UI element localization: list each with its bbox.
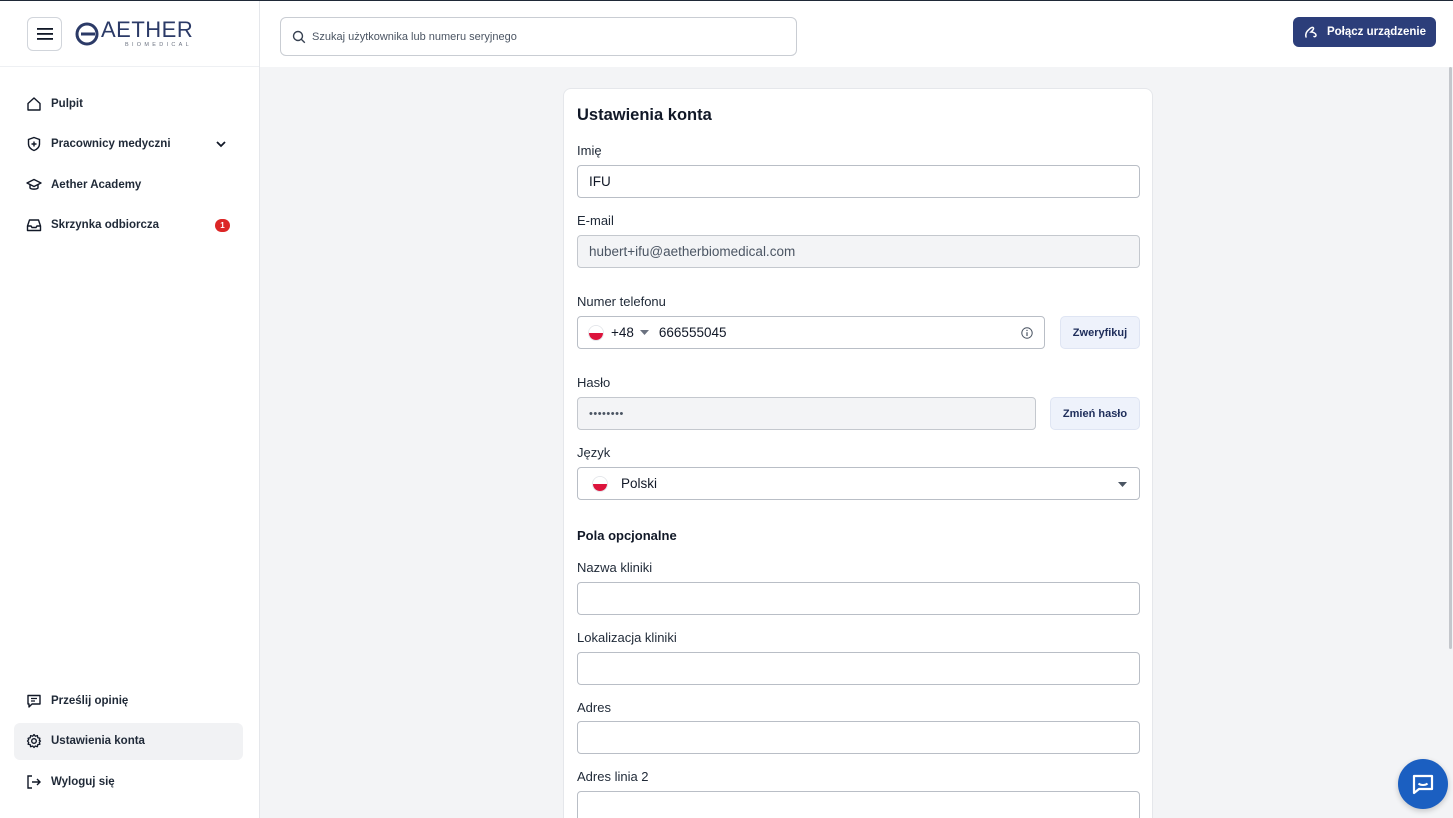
sidebar-item-label: Pracownicy medyczni: [51, 138, 171, 150]
logo-text: AETHER: [101, 17, 194, 42]
poland-flag-icon: [588, 324, 604, 341]
aether-logo-icon: [75, 22, 99, 45]
change-password-button[interactable]: Zmień hasło: [1050, 397, 1140, 430]
clinic-name-label: Nazwa kliniki: [577, 560, 653, 575]
sidebar-item-label: Wyloguj się: [51, 775, 115, 788]
search-input[interactable]: [312, 30, 782, 43]
phone-label: Numer telefonu: [577, 294, 666, 309]
sidebar-item-logout[interactable]: Wyloguj się: [14, 763, 243, 800]
poland-flag-icon: [592, 475, 608, 492]
logout-icon: [26, 774, 42, 790]
chevron-down-icon[interactable]: [215, 138, 227, 153]
gear-icon: [26, 733, 42, 749]
search-icon: [292, 30, 306, 43]
clinic-name-field[interactable]: [577, 582, 1140, 615]
email-field: hubert+ifu@aetherbiomedical.com: [577, 235, 1140, 268]
sidebar-item-pracownicy[interactable]: Pracownicy medyczni: [14, 126, 243, 163]
password-label: Hasło: [577, 375, 611, 390]
page-title: Ustawienia konta: [577, 106, 712, 124]
prosthetic-hand-icon: [1304, 26, 1317, 38]
sidebar-item-pulpit[interactable]: Pulpit: [14, 85, 243, 122]
graduation-cap-icon: [26, 177, 42, 193]
caret-down-icon: [1118, 482, 1127, 487]
top-bar: Połącz urządzenie: [260, 1, 1453, 67]
sidebar-header: AETHER BIOMEDICAL: [0, 1, 259, 67]
phone-field[interactable]: +48 666555045: [577, 316, 1045, 349]
sidebar-item-inbox[interactable]: Skrzynka odbiorcza 1: [14, 207, 243, 244]
inbox-icon: [26, 217, 42, 233]
name-label: Imię: [577, 143, 602, 158]
password-field: ••••••••: [577, 397, 1036, 430]
clinic-location-label: Lokalizacja kliniki: [577, 630, 677, 645]
verify-phone-button[interactable]: Zweryfikuj: [1060, 316, 1140, 349]
logo[interactable]: AETHER BIOMEDICAL: [75, 19, 193, 48]
name-value: IFU: [589, 174, 611, 189]
message-icon: [26, 693, 42, 709]
sidebar-item-label: Aether Academy: [51, 178, 142, 191]
sidebar-item-feedback[interactable]: Prześlij opinię: [14, 682, 243, 719]
caret-down-icon[interactable]: [639, 329, 649, 336]
sidebar-bottom-nav: Prześlij opinię Ustawienia konta Wyloguj…: [14, 682, 243, 804]
scrollbar-thumb[interactable]: [1449, 67, 1452, 649]
hamburger-menu-button[interactable]: [27, 16, 62, 51]
chat-support-button[interactable]: [1398, 759, 1448, 809]
language-value: Polski: [621, 476, 658, 491]
sidebar-item-label: Ustawienia konta: [51, 735, 145, 747]
phone-number-value: 666555045: [658, 325, 727, 340]
hamburger-icon: [36, 27, 53, 40]
email-value: hubert+ifu@aetherbiomedical.com: [589, 244, 796, 259]
sidebar-item-label: Prześlij opinię: [51, 694, 129, 707]
sidebar-item-account-settings[interactable]: Ustawienia konta: [14, 722, 243, 760]
sidebar-item-label: Pulpit: [51, 97, 83, 110]
account-settings-card: Ustawienia konta Imię IFU E-mail hubert+…: [563, 88, 1153, 818]
info-icon[interactable]: [1021, 327, 1033, 339]
language-label: Język: [577, 445, 611, 460]
chat-bubble-icon: [1412, 774, 1434, 795]
shield-plus-icon: [26, 136, 42, 152]
sidebar: AETHER BIOMEDICAL Pulpit Pracownicy medy…: [0, 1, 260, 818]
phone-country-code[interactable]: +48: [611, 325, 634, 340]
sidebar-item-academy[interactable]: Aether Academy: [14, 166, 243, 203]
name-field[interactable]: IFU: [577, 165, 1140, 198]
sidebar-nav: Pulpit Pracownicy medyczni Aether Academ…: [14, 85, 243, 247]
home-icon: [26, 96, 42, 112]
address2-label: Adres linia 2: [577, 769, 649, 784]
clinic-location-field[interactable]: [577, 652, 1140, 685]
address-label: Adres: [577, 700, 611, 715]
sidebar-item-label: Skrzynka odbiorcza: [51, 219, 160, 231]
address2-field[interactable]: [577, 791, 1140, 818]
password-value: ••••••••: [589, 407, 624, 420]
email-label: E-mail: [577, 213, 614, 228]
logo-subtext: BIOMEDICAL: [125, 42, 192, 48]
address-field[interactable]: [577, 721, 1140, 754]
unread-badge: 1: [215, 218, 230, 232]
language-select[interactable]: Polski: [577, 467, 1140, 500]
search-bar[interactable]: [280, 17, 797, 56]
connect-device-button[interactable]: Połącz urządzenie: [1293, 17, 1436, 47]
connect-device-label: Połącz urządzenie: [1326, 26, 1427, 38]
optional-fields-title: Pola opcjonalne: [577, 528, 677, 543]
